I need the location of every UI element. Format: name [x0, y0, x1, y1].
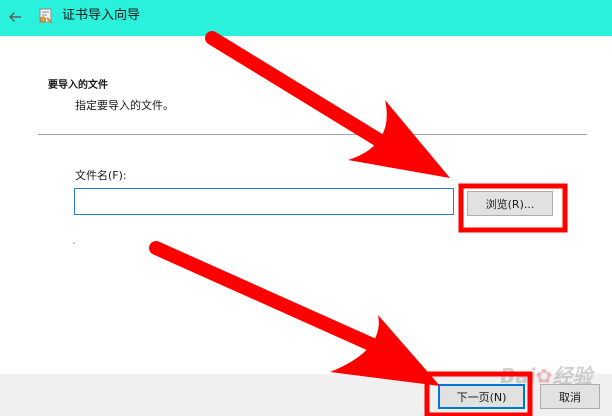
title-bar: 证书导入向导 [0, 0, 612, 36]
section-title: 要导入的文件 [48, 80, 108, 91]
certificate-import-wizard-window: 证书导入向导 要导入的文件 指定要导入的文件。 文件名(F): 浏览(R)...… [0, 0, 612, 416]
browse-button[interactable]: 浏览(R)... [467, 191, 553, 216]
certificate-icon [39, 8, 53, 24]
arrow-left-icon [9, 12, 21, 22]
back-button[interactable] [5, 6, 25, 28]
section-description: 指定要导入的文件。 [75, 99, 174, 112]
file-name-input[interactable] [74, 188, 454, 215]
arrow-to-next-icon [149, 241, 440, 386]
next-button[interactable]: 下一页(N) [438, 384, 525, 409]
file-name-label: 文件名(F): [75, 169, 127, 182]
window-title: 证书导入向导 [62, 8, 141, 23]
arrow-to-browse-icon [205, 31, 450, 178]
focus-dot [73, 242, 75, 244]
cancel-button[interactable]: 取消 [540, 384, 600, 409]
divider [38, 134, 587, 135]
